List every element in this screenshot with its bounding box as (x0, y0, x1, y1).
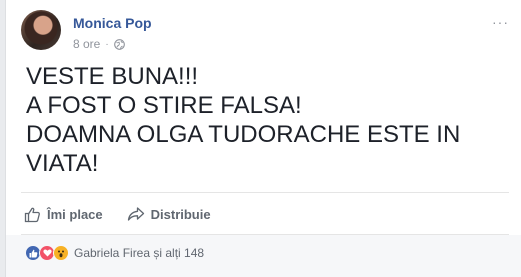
post-line: A FOST O STIRE FALSA! (26, 92, 302, 119)
post-line: DOAMNA OLGA TUDORACHE ESTE IN (26, 121, 461, 148)
divider (21, 192, 509, 193)
globe-icon[interactable] (113, 38, 125, 50)
share-arrow-icon (127, 206, 145, 222)
more-options-icon[interactable]: ··· (492, 14, 509, 30)
wow-icon (53, 245, 69, 261)
like-button[interactable]: Îmi place (24, 206, 103, 223)
author-name[interactable]: Monica Pop (73, 15, 152, 31)
reactions-summary[interactable]: Gabriela Firea și alți 148 (25, 245, 204, 261)
post-line: VESTE BUNA!!! (26, 63, 199, 90)
reactions-text[interactable]: Gabriela Firea și alți 148 (74, 246, 204, 260)
post-body: VESTE BUNA!!! A FOST O STIRE FALSA! DOAM… (26, 62, 507, 178)
thumbs-up-icon (24, 206, 41, 223)
share-button[interactable]: Distribuie (127, 206, 211, 222)
post-card: Monica Pop 8 ore · ··· VESTE BUNA!!! A F… (5, 0, 521, 277)
avatar[interactable] (21, 10, 61, 50)
meta-separator: · (105, 38, 109, 50)
post-header: Monica Pop 8 ore · ··· (21, 10, 521, 56)
post-meta: 8 ore · (73, 37, 125, 51)
like-label: Îmi place (47, 206, 103, 222)
reactions-bar: Gabriela Firea și alți 148 (6, 235, 521, 277)
share-label: Distribuie (150, 206, 211, 222)
post-actions: Îmi place Distribuie (24, 198, 211, 230)
post-time[interactable]: 8 ore (73, 37, 100, 51)
post-line: VIATA! (26, 150, 99, 177)
